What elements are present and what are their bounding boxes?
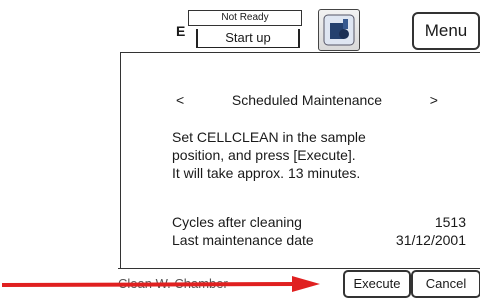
last-maintenance-label: Last maintenance date bbox=[172, 232, 314, 248]
instruction-line: position, and press [Execute]. bbox=[172, 147, 356, 163]
menu-button[interactable]: Menu bbox=[412, 12, 480, 50]
execute-button[interactable]: Execute bbox=[343, 270, 411, 298]
instruction-text: Set CELLCLEAN in the sample position, an… bbox=[172, 128, 366, 182]
maintenance-nav: < Scheduled Maintenance > bbox=[176, 92, 438, 108]
cycles-row: Cycles after cleaning 1513 bbox=[172, 214, 466, 230]
ready-status-indicator: Not Ready bbox=[188, 10, 302, 26]
analyzer-icon-button[interactable] bbox=[318, 9, 360, 51]
annotation-arrow-icon bbox=[1, 276, 320, 292]
last-maintenance-row: Last maintenance date 31/12/2001 bbox=[172, 232, 466, 248]
prev-item-button[interactable]: < bbox=[176, 92, 184, 108]
mode-status-indicator: Start up bbox=[196, 29, 300, 48]
analyzer-icon bbox=[323, 14, 355, 46]
footer-divider bbox=[118, 268, 480, 269]
cycles-label: Cycles after cleaning bbox=[172, 214, 302, 230]
next-item-button[interactable]: > bbox=[430, 92, 438, 108]
status-marker: E bbox=[176, 23, 186, 39]
last-maintenance-value: 31/12/2001 bbox=[395, 232, 466, 248]
page-title: Scheduled Maintenance bbox=[231, 92, 383, 108]
instruction-line: Set CELLCLEAN in the sample bbox=[172, 129, 366, 145]
cancel-button[interactable]: Cancel bbox=[411, 270, 480, 298]
analyzer-screen: E Not Ready Start up Menu < Scheduled Ma… bbox=[0, 0, 480, 302]
instruction-line: It will take approx. 13 minutes. bbox=[172, 165, 361, 181]
cycles-value: 1513 bbox=[434, 214, 466, 230]
